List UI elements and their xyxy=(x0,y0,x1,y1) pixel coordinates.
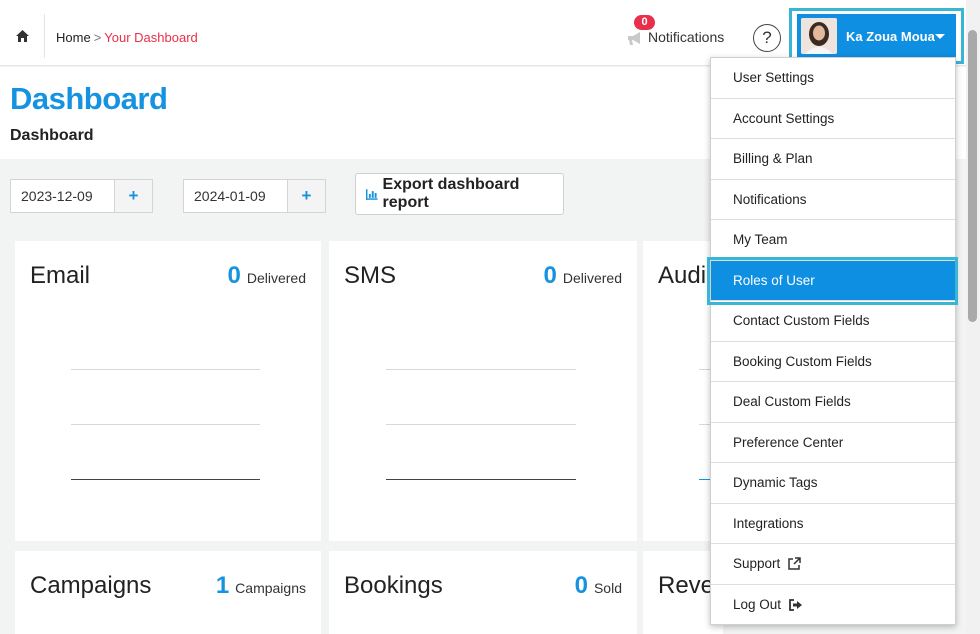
export-report-button[interactable]: Export dashboard report xyxy=(355,173,564,215)
help-icon: ? xyxy=(762,28,772,47)
home-button[interactable] xyxy=(0,14,45,58)
notifications-label: Notifications xyxy=(648,29,725,45)
export-report-label: Export dashboard report xyxy=(382,176,520,211)
audience-card-title: Audi xyxy=(658,262,707,289)
scrollbar-thumb[interactable] xyxy=(968,30,977,322)
email-card: Email 0 Delivered xyxy=(15,241,321,541)
chart-gridline xyxy=(71,424,260,425)
sign-out-icon xyxy=(789,598,803,611)
campaigns-label: Campaigns xyxy=(235,580,306,596)
bookings-card: Bookings 0 Sold xyxy=(329,551,637,634)
bookings-sold-count: 0 xyxy=(574,572,588,599)
email-delivered-count: 0 xyxy=(227,262,241,289)
home-icon xyxy=(15,30,29,42)
menu-item-billing-plan[interactable]: Billing & Plan xyxy=(711,139,955,180)
menu-item-booking-custom-fields[interactable]: Booking Custom Fields xyxy=(711,342,955,382)
end-date-input[interactable]: 2024-01-09 xyxy=(184,180,287,212)
sms-card: SMS 0 Delivered xyxy=(329,241,637,541)
breadcrumb: Home > Your Dashboard xyxy=(56,30,198,45)
menu-item-contact-custom-fields[interactable]: Contact Custom Fields xyxy=(711,301,955,342)
campaigns-card-stat: 1 Campaigns xyxy=(216,572,306,600)
end-date-plus-button[interactable]: + xyxy=(287,180,325,212)
revenue-card-title: Reve xyxy=(658,572,715,599)
breadcrumb-separator: > xyxy=(93,30,102,45)
menu-item-dynamic-tags[interactable]: Dynamic Tags xyxy=(711,463,955,504)
megaphone-icon xyxy=(628,32,640,45)
campaigns-card: Campaigns 1 Campaigns xyxy=(15,551,321,634)
bookings-card-stat: 0 Sold xyxy=(575,572,622,600)
page-title: Dashboard xyxy=(10,81,168,116)
campaigns-card-title: Campaigns xyxy=(30,572,152,599)
breadcrumb-home-link[interactable]: Home xyxy=(56,30,91,45)
chart-baseline xyxy=(71,479,260,480)
bookings-card-title: Bookings xyxy=(344,572,443,599)
chart-gridline xyxy=(386,424,576,425)
avatar xyxy=(801,18,837,54)
bar-chart-icon xyxy=(366,188,378,200)
menu-item-preference-center[interactable]: Preference Center xyxy=(711,423,955,463)
sms-delivered-label: Delivered xyxy=(562,270,622,286)
bookings-sold-label: Sold xyxy=(593,580,622,596)
caret-down-icon xyxy=(935,34,945,39)
campaigns-count: 1 xyxy=(215,572,230,599)
user-menu-button[interactable]: Ka Zoua Moua xyxy=(797,14,956,58)
menu-item-support[interactable]: Support xyxy=(711,544,955,585)
email-card-title: Email xyxy=(30,262,91,289)
menu-item-my-team[interactable]: My Team xyxy=(711,220,955,261)
notification-count-badge: 0 xyxy=(634,15,655,30)
page-subtitle: Dashboard xyxy=(10,127,94,144)
menu-item-roles-of-user[interactable]: Roles of User xyxy=(711,260,955,301)
external-link-icon xyxy=(788,557,802,570)
start-date-input[interactable]: 2023-12-09 xyxy=(11,180,114,212)
menu-item-deal-custom-fields[interactable]: Deal Custom Fields xyxy=(711,382,955,423)
notifications-button[interactable]: 0 Notifications xyxy=(626,14,724,54)
user-name: Ka Zoua Moua xyxy=(846,28,935,44)
chart-gridline xyxy=(386,369,576,370)
menu-item-log-out[interactable]: Log Out xyxy=(711,585,955,626)
menu-item-integrations[interactable]: Integrations xyxy=(711,504,955,544)
email-card-stat: 0 Delivered xyxy=(228,262,307,290)
sms-delivered-count: 0 xyxy=(543,262,557,289)
help-button[interactable]: ? xyxy=(753,24,781,52)
breadcrumb-current[interactable]: Your Dashboard xyxy=(104,30,197,45)
start-date-plus-button[interactable]: + xyxy=(114,180,152,212)
menu-item-account-settings[interactable]: Account Settings xyxy=(711,99,955,139)
sms-card-title: SMS xyxy=(344,262,397,289)
end-date-picker: 2024-01-09 + xyxy=(183,179,326,213)
user-dropdown-menu: User Settings Account Settings Billing &… xyxy=(710,57,956,625)
chart-gridline xyxy=(71,369,260,370)
chart-baseline xyxy=(386,479,576,480)
start-date-picker: 2023-12-09 + xyxy=(10,179,153,213)
menu-item-notifications[interactable]: Notifications xyxy=(711,180,955,220)
sms-card-stat: 0 Delivered xyxy=(544,262,623,290)
email-delivered-label: Delivered xyxy=(246,270,306,286)
menu-item-user-settings[interactable]: User Settings xyxy=(711,58,955,99)
